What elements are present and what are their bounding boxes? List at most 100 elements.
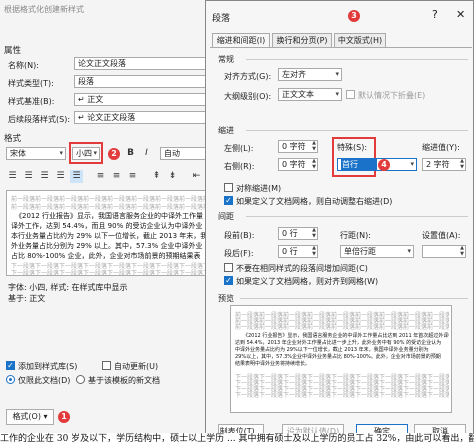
preview-prev-paragraph: 前一段落前一段落前一段落前一段落前一段落前一段落前一段落前一段落前一段落前一段落… xyxy=(235,324,449,331)
spinner-arrows-icon[interactable]: ▲ ▼ xyxy=(312,245,316,257)
auto-update-label: 自动更新(U) xyxy=(114,362,159,371)
based-on-select[interactable]: ↵ 正文 xyxy=(74,93,224,106)
tab-indent-spacing[interactable]: 缩进和间距(I) xyxy=(212,33,270,47)
space-before-label: 段前(B): xyxy=(224,231,255,240)
following-style-select[interactable]: ↵ 论文正文段落 xyxy=(74,111,224,124)
chevron-down-icon: ▾ xyxy=(59,149,63,157)
marker-3: 3 xyxy=(348,10,360,22)
divider xyxy=(240,298,468,299)
space-before-spinner[interactable]: 0 行 ▲ ▼ xyxy=(278,227,318,240)
distributed-icon[interactable]: ☰ xyxy=(70,170,83,183)
special-indent-value: 首行 xyxy=(341,159,377,170)
close-icon[interactable]: ✕ xyxy=(456,8,465,21)
preview-line: 中译外业务量占比约为 29%以下一位增长，截止 2013 年末，我国中译外业务量… xyxy=(235,347,429,353)
line-spacing-3-icon[interactable]: ≡ xyxy=(126,170,139,183)
preview-next-paragraph: 下一段落下一段落下一段落下一段落下一段落下一段落下一段落下一段落下一段落下一段落… xyxy=(11,270,219,277)
only-this-document-radio[interactable] xyxy=(6,375,15,384)
divider xyxy=(246,130,468,131)
outline-level-select[interactable]: 正文文本 ▾ xyxy=(278,88,342,101)
line-spacing-value: 单倍行距 xyxy=(344,247,376,256)
spinner-arrows-icon[interactable]: ▲ ▼ xyxy=(312,227,316,239)
font-size-value: 小四 xyxy=(76,149,92,158)
only-this-document-label: 仅限此文档(D) xyxy=(18,376,71,385)
space-after-icon[interactable]: ⇟ xyxy=(166,170,179,183)
help-icon[interactable]: ? xyxy=(432,8,438,21)
section-properties: 属性 xyxy=(4,46,22,56)
outline-level-value: 正文文本 xyxy=(282,90,314,99)
section-format: 格式 xyxy=(4,134,22,144)
name-input[interactable]: 论文正文段落 xyxy=(74,57,224,70)
alignment-value: 左对齐 xyxy=(282,70,306,79)
space-after-spinner[interactable]: 0 行 ▲ ▼ xyxy=(278,245,318,258)
alignment-label: 对齐方式(G): xyxy=(224,72,272,81)
style-preview: 前一段落前一段落前一段落前一段落前一段落前一段落前一段落前一段落前一段落前一段落… xyxy=(6,190,222,277)
add-to-gallery-label: 添加到样式库(S) xyxy=(18,362,78,371)
indent-right-value: 0 字符 xyxy=(282,160,306,169)
style-type-select[interactable]: 段落 xyxy=(74,75,224,88)
snap-to-grid-label: 如果定义了文档网格，则对齐到网格(W) xyxy=(236,277,379,286)
tab-asian-typography[interactable]: 中文版式(H) xyxy=(334,33,386,47)
font-color-select[interactable]: 自动 xyxy=(160,147,210,160)
line-spacing-select[interactable]: 单倍行距 ▾ xyxy=(340,245,414,258)
chevron-down-icon: ▾ xyxy=(335,70,339,78)
tab-line-page-breaks[interactable]: 换行和分页(P) xyxy=(272,33,332,47)
spinner-arrows-icon[interactable]: ▲ ▼ xyxy=(460,158,464,170)
marker-2: 2 xyxy=(108,148,120,160)
spinner-arrows-icon[interactable]: ▲ ▼ xyxy=(312,158,316,170)
template-documents-radio[interactable] xyxy=(76,375,85,384)
auto-update-checkbox[interactable] xyxy=(102,361,111,370)
grid-right-indent-label: 如果定义了文档网格，则自动调整右缩进(D) xyxy=(236,197,393,206)
name-label: 名称(N): xyxy=(8,61,39,70)
add-to-gallery-checkbox[interactable]: ✓ xyxy=(6,361,15,370)
font-name-value: 宋体 xyxy=(10,149,26,158)
space-before-icon[interactable]: ⇞ xyxy=(150,170,163,183)
mirror-indents-label: 对称缩进(M) xyxy=(236,184,282,193)
special-indent-select[interactable]: 首行 ▾ xyxy=(337,158,417,171)
decrease-indent-icon[interactable]: ⇤ xyxy=(190,170,203,183)
outline-level-label: 大纲级别(O): xyxy=(224,92,272,101)
line-spacing-2-icon[interactable]: ≡ xyxy=(110,170,123,183)
grid-right-indent-checkbox[interactable]: ✓ xyxy=(224,196,233,205)
line-spacing-icon[interactable]: ≡ xyxy=(94,170,107,183)
preview-line: 译外工作，达到 54.4%，而且 90% 的受访企业认为中译外业 xyxy=(11,222,203,230)
justify-icon[interactable]: ☰ xyxy=(54,170,67,183)
align-center-icon[interactable]: ☰ xyxy=(22,170,35,183)
section-preview: 预览 xyxy=(218,294,234,303)
same-style-spacing-checkbox[interactable] xyxy=(224,263,233,272)
chevron-down-icon: ▾ xyxy=(335,90,339,98)
divider xyxy=(246,59,468,60)
preview-line: 本行业务量占比约为 29% 以下一位增长，截止 2013 年末，我 xyxy=(11,232,208,240)
italic-button[interactable]: I xyxy=(140,147,153,160)
indent-by-value: 2 字符 xyxy=(426,160,450,169)
bold-button[interactable]: B xyxy=(124,147,137,160)
snap-to-grid-checkbox[interactable]: ✓ xyxy=(224,276,233,285)
preview-line: 29%以上，其中，57.3%企业中译外业务量占比 80%-100%。此外，企业对… xyxy=(235,354,441,360)
spinner-arrows-icon[interactable]: ▲ ▼ xyxy=(312,140,316,152)
paragraph-toolbar: ☰ ☰ ☰ ☰ ☰ ≡ ≡ ≡ ⇞ ⇟ ⇤ ⇥ xyxy=(6,170,226,184)
align-left-icon[interactable]: ☰ xyxy=(6,170,19,183)
indent-right-spinner[interactable]: 0 字符 ▲ ▼ xyxy=(278,158,318,171)
preview-next-paragraph: 下一段落下一段落下一段落下一段落下一段落下一段落下一段落下一段落下一段落下一段落… xyxy=(235,392,449,399)
based-on-label: 样式基准(B): xyxy=(8,97,55,106)
space-before-value: 0 行 xyxy=(282,229,298,238)
space-after-value: 0 行 xyxy=(282,247,298,256)
paragraph-dialog: 段落 3 ? ✕ 缩进和间距(I) 换行和分页(P) 中文版式(H) 常规 对齐… xyxy=(205,0,474,445)
font-size-select[interactable]: 小四 ▾ xyxy=(72,147,100,160)
collapse-default-checkbox[interactable] xyxy=(346,90,355,99)
alignment-select[interactable]: 左对齐 ▾ xyxy=(278,68,342,81)
format-button[interactable]: 格式(O) ▾ xyxy=(6,409,54,425)
preview-prev-paragraph: 前一段落前一段落前一段落前一段落前一段落前一段落前一段落前一段落前一段落前一段落… xyxy=(11,204,219,211)
style-description: 字体: 小四, 样式: 在样式库中显示 xyxy=(8,283,128,292)
at-spinner[interactable]: ▲ ▼ xyxy=(422,245,466,258)
special-indent-label: 特殊(S): xyxy=(337,143,368,152)
at-label: 设置值(A): xyxy=(422,231,461,240)
indent-left-spinner[interactable]: 0 字符 ▲ ▼ xyxy=(278,140,318,153)
tab-divider xyxy=(210,47,472,48)
mirror-indents-checkbox[interactable] xyxy=(224,183,233,192)
divider xyxy=(246,216,468,217)
align-right-icon[interactable]: ☰ xyxy=(38,170,51,183)
indent-by-spinner[interactable]: 2 字符 ▲ ▼ xyxy=(422,158,466,171)
collapse-default-label: 默认情况下折叠(E) xyxy=(358,91,426,100)
spinner-arrows-icon[interactable]: ▲ ▼ xyxy=(460,245,464,257)
font-name-select[interactable]: 宋体 ▾ xyxy=(6,147,66,160)
